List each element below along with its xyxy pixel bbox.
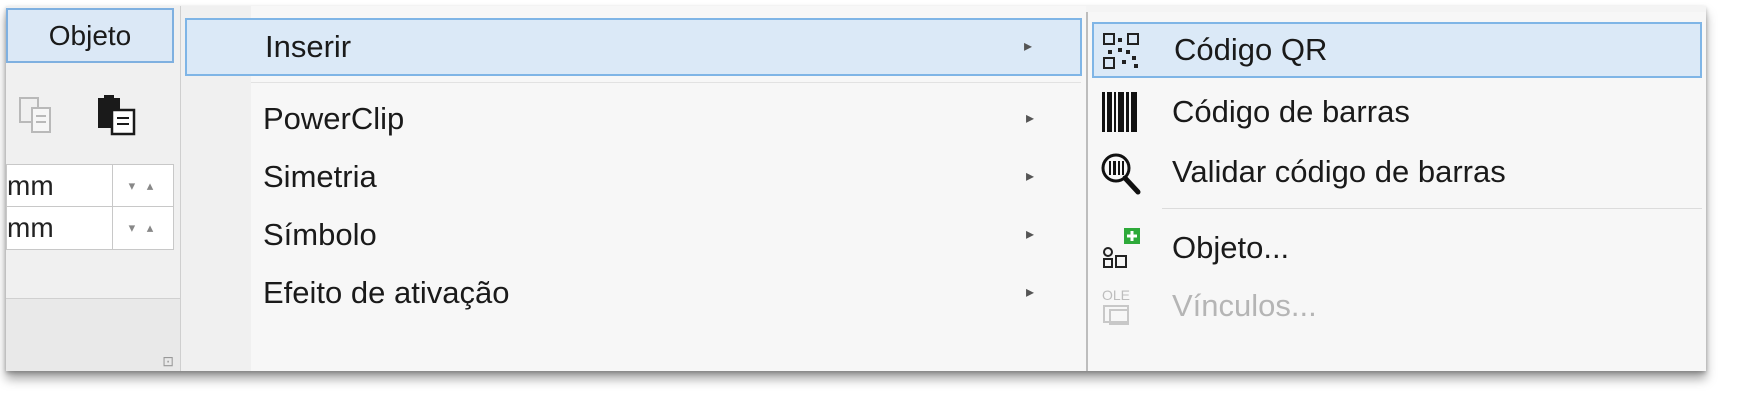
ole-links-icon: OLE [1098, 284, 1146, 330]
submenu-item-validar-codigo-de-barras[interactable]: Validar código de barras [1092, 144, 1702, 200]
width-field[interactable]: mm ▾ ▴ [6, 164, 174, 208]
objeto-menu-tab[interactable]: Objeto [6, 8, 174, 63]
paste-icon[interactable] [96, 94, 136, 138]
object-menu: Inserir ▸ PowerClip ▸ Simetria ▸ Símbolo… [180, 6, 1086, 371]
menu-item-label: Simetria [263, 159, 377, 194]
submenu-item-label: Código QR [1174, 32, 1328, 67]
submenu-item-codigo-de-barras[interactable]: Código de barras [1092, 84, 1702, 140]
submenu-item-label: Objeto... [1172, 230, 1290, 265]
object-toolbar: Objeto mm ▾ ▴ mm ▾ ▴ ⊡ [6, 6, 181, 371]
menu-item-efeito-de-ativacao[interactable]: Efeito de ativação ▸ [185, 264, 1082, 322]
menu-item-inserir[interactable]: Inserir ▸ [185, 18, 1082, 76]
width-unit: mm [7, 170, 54, 201]
submenu-arrow-icon: ▸ [1025, 226, 1034, 243]
menu-item-label: Inserir [265, 29, 352, 64]
submenu-item-codigo-qr[interactable]: Código QR [1092, 22, 1702, 78]
submenu-arrow-icon: ▸ [1025, 110, 1034, 127]
submenu-item-objeto[interactable]: Objeto... [1092, 220, 1702, 276]
submenu-arrow-icon: ▸ [1025, 284, 1034, 301]
copy-icon[interactable] [18, 94, 58, 138]
submenu-item-label: Código de barras [1172, 94, 1410, 129]
barcode-icon [1098, 90, 1146, 136]
screenshot-frame: Objeto mm ▾ ▴ mm ▾ ▴ ⊡ Inserir ▸ PowerCl… [6, 6, 1706, 371]
menu-item-label: PowerClip [263, 101, 405, 136]
submenu-item-label: Validar código de barras [1172, 154, 1506, 189]
toolbar-footer: ⊡ [6, 298, 180, 371]
menu-item-label: Efeito de ativação [263, 275, 510, 310]
submenu-item-vinculos: OLE Vínculos... [1092, 278, 1702, 334]
submenu-separator [1162, 208, 1702, 209]
submenu-arrow-icon: ▸ [1023, 38, 1032, 55]
height-spinner[interactable]: ▾ ▴ [112, 207, 173, 249]
width-spinner[interactable]: ▾ ▴ [112, 165, 173, 207]
submenu-arrow-icon: ▸ [1025, 168, 1034, 185]
insert-object-icon [1098, 226, 1146, 272]
height-unit: mm [7, 212, 54, 243]
menu-item-simetria[interactable]: Simetria ▸ [185, 148, 1082, 206]
submenu-item-label: Vínculos... [1172, 288, 1317, 323]
menu-item-label: Símbolo [263, 217, 377, 252]
corner-mark: ⊡ [162, 353, 174, 369]
height-field[interactable]: mm ▾ ▴ [6, 206, 174, 250]
qr-code-icon [1100, 30, 1148, 76]
menu-separator [251, 82, 1081, 83]
inserir-submenu: Código QR Código de barras Validar códig… [1086, 12, 1706, 371]
menu-item-simbolo[interactable]: Símbolo ▸ [185, 206, 1082, 264]
barcode-validate-icon [1098, 150, 1146, 196]
menu-item-powerclip[interactable]: PowerClip ▸ [185, 90, 1082, 148]
svg-text:OLE: OLE [1102, 287, 1130, 303]
